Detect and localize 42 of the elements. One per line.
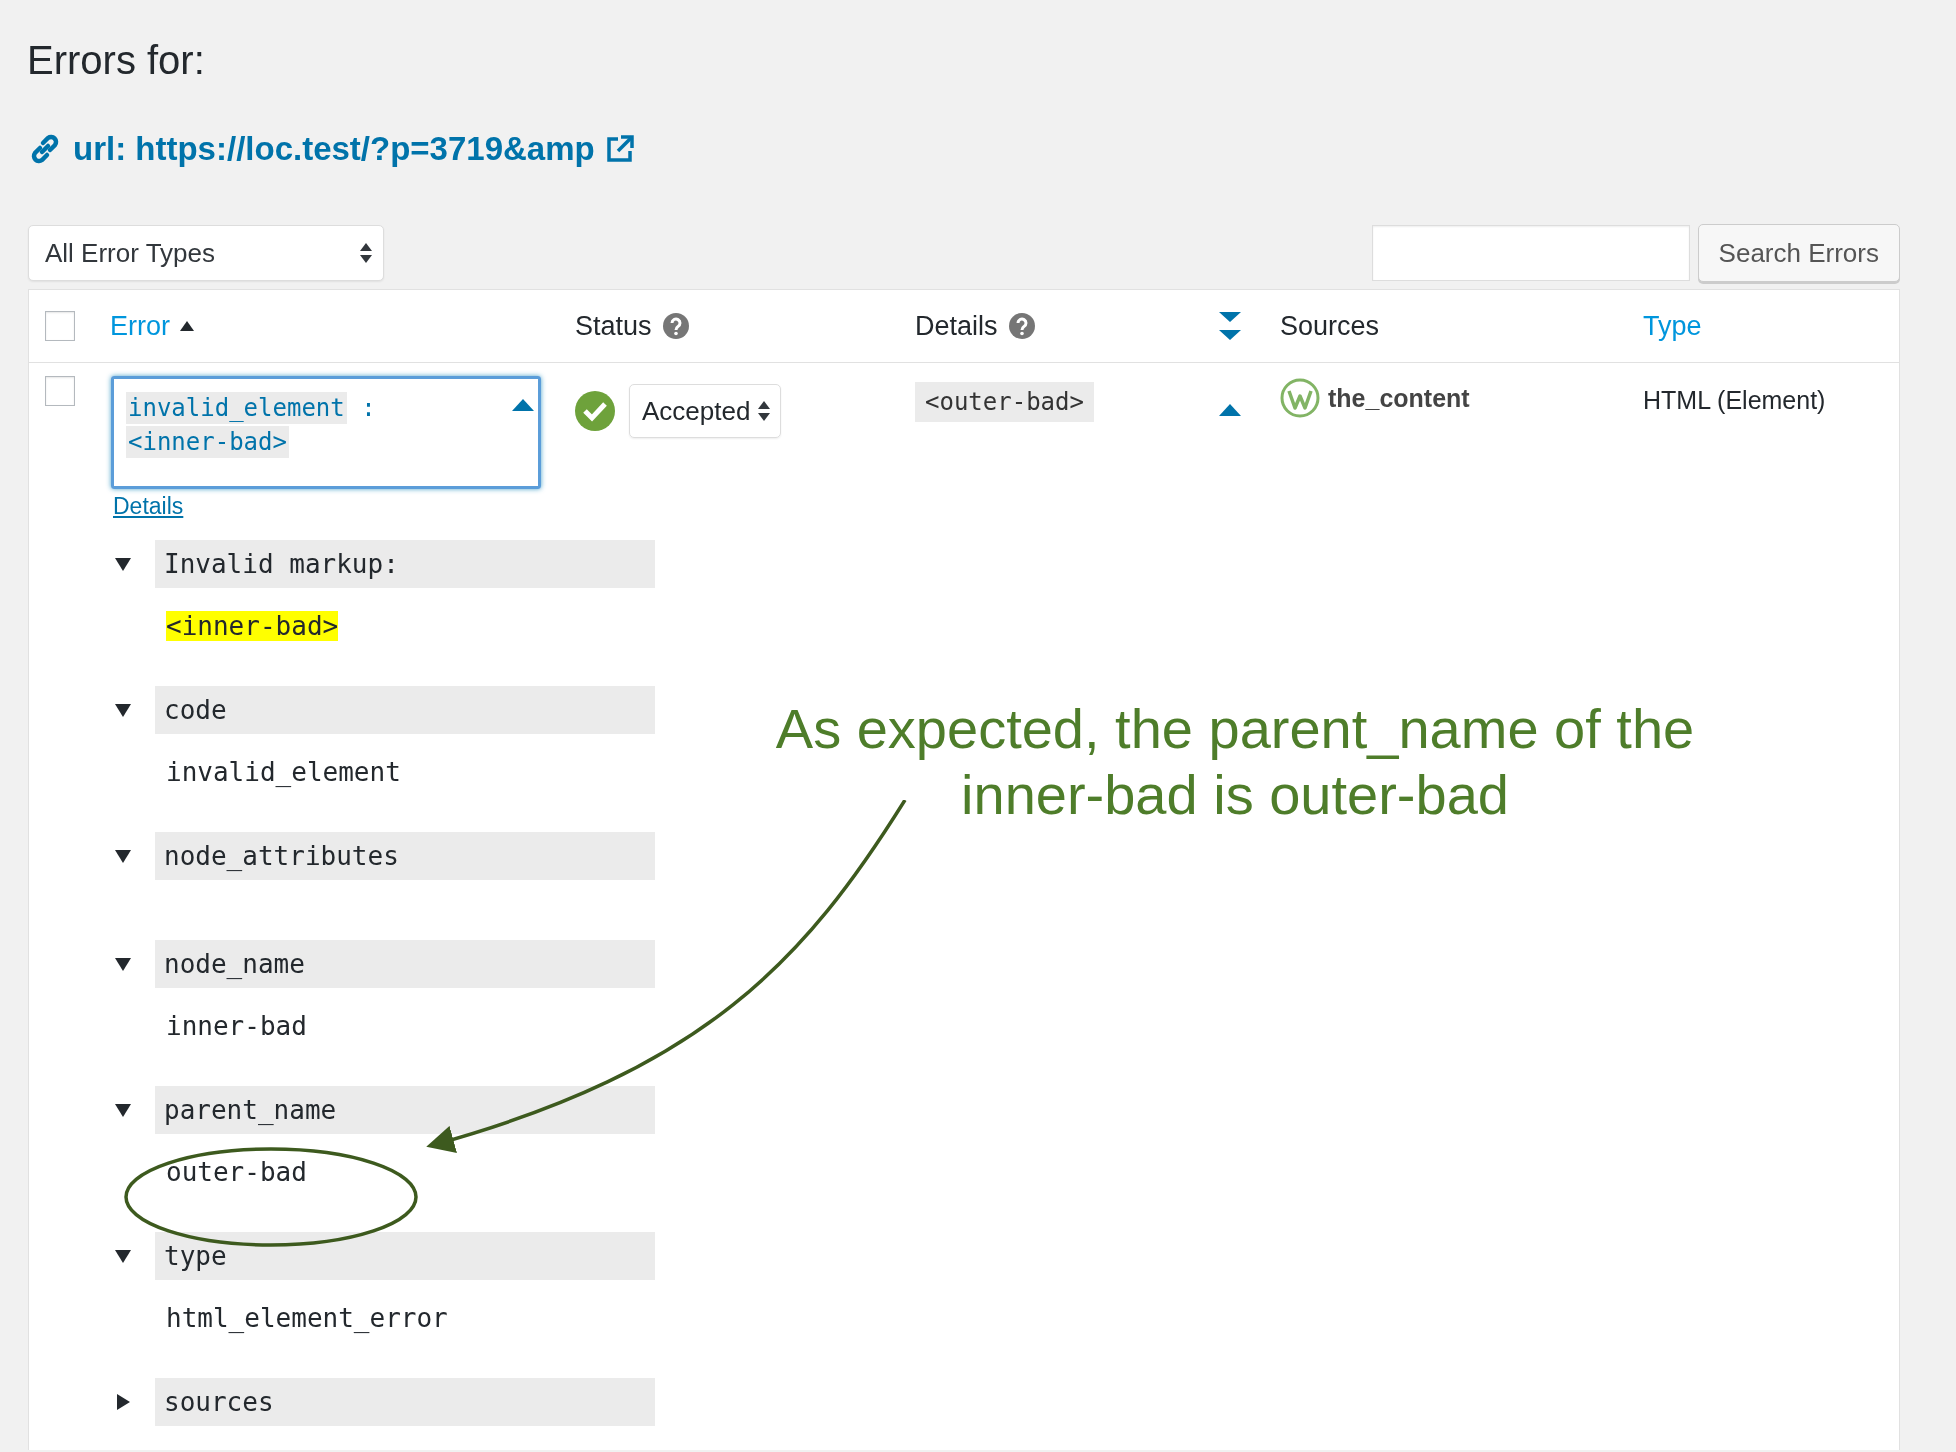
help-icon[interactable] [1007, 312, 1036, 340]
status-select[interactable]: Accepted [629, 384, 782, 438]
column-header: Sources [1280, 310, 1380, 342]
error-field[interactable]: invalid_element : <inner-bad> [111, 376, 541, 489]
annotation-text: inner-bad is outer-bad [960, 762, 1510, 828]
search-field[interactable] [1371, 225, 1690, 281]
source-name: the_content [1328, 383, 1470, 413]
detail-value: inner-bad [166, 1011, 307, 1041]
select-arrows-icon [359, 241, 373, 265]
expand-all-icon[interactable] [1219, 310, 1241, 342]
select-all-checkbox[interactable] [45, 311, 75, 341]
select-arrows-icon [758, 400, 771, 422]
details-code: <outer-bad> [915, 382, 1094, 422]
help-icon[interactable] [661, 312, 690, 340]
external-link-icon [604, 134, 635, 164]
error-type-select[interactable]: All Error Types [28, 225, 384, 281]
column-header[interactable]: Error [110, 310, 170, 342]
url-link[interactable]: url: https://loc.test/?p=3719&amp [27, 130, 635, 168]
detail-label: Invalid markup: [155, 540, 655, 588]
detail-value: outer-bad [166, 1157, 307, 1187]
page-title: Errors for: [27, 37, 206, 84]
detail-label: code [155, 686, 655, 734]
search-button[interactable]: Search Errors [1697, 224, 1900, 282]
detail-label: parent_name [155, 1086, 655, 1134]
column-header[interactable]: Type [1643, 310, 1702, 342]
toggle-icon[interactable] [1219, 404, 1241, 416]
error-type: HTML (Element) [1643, 386, 1826, 414]
row-checkbox[interactable] [45, 376, 75, 406]
check-icon [575, 391, 615, 431]
detail-label: type [155, 1232, 655, 1280]
annotation-text: As expected, the parent_name of the [774, 696, 1696, 762]
detail-label: node_name [155, 940, 655, 988]
detail-label: sources [155, 1378, 655, 1426]
collapse-icon[interactable] [512, 399, 534, 411]
detail-value: invalid_element [166, 757, 401, 787]
detail-value: html_element_error [166, 1303, 448, 1333]
detail-value: <inner-bad> [166, 611, 339, 641]
column-header: Details [915, 310, 998, 342]
logo-icon [1280, 378, 1320, 418]
column-header: Status [575, 310, 652, 342]
detail-label: node_attributes [155, 832, 655, 880]
details-link[interactable]: Details [113, 493, 184, 520]
